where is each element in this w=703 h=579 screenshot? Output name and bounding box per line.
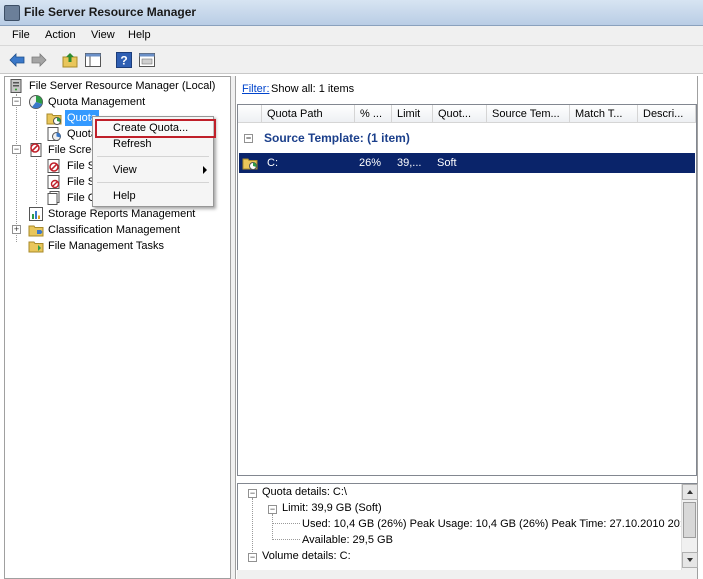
file-group-icon xyxy=(46,190,62,206)
available-detail: Available: 29,5 GB xyxy=(302,534,393,546)
limit-detail: Limit: 39,9 GB (Soft) xyxy=(282,502,382,514)
column-header-limit[interactable]: Limit xyxy=(392,105,433,123)
menu-help[interactable]: Help xyxy=(128,29,151,41)
toolbar: ? xyxy=(0,46,703,74)
tree-item-quota-management[interactable]: − Quota Management xyxy=(12,94,212,110)
properties-icon[interactable] xyxy=(138,51,156,69)
help-icon[interactable]: ? xyxy=(115,51,133,69)
menu-item-view[interactable]: View xyxy=(113,164,137,176)
classification-icon xyxy=(28,222,44,238)
filter-link[interactable]: Filter: xyxy=(242,83,270,95)
quota-list[interactable]: Quota Path % ... Limit Quot... Source Te… xyxy=(237,104,697,476)
column-header-percent[interactable]: % ... xyxy=(355,105,392,123)
svg-text:?: ? xyxy=(120,54,127,68)
server-icon xyxy=(8,78,24,94)
scroll-down-button[interactable] xyxy=(682,552,698,568)
forward-arrow-icon[interactable] xyxy=(30,51,48,69)
column-header-row: Quota Path % ... Limit Quot... Source Te… xyxy=(238,105,696,123)
show-hide-tree-icon[interactable] xyxy=(84,51,102,69)
volume-details-label: Volume details: C: xyxy=(262,550,351,562)
expand-icon[interactable]: + xyxy=(12,225,21,234)
column-header-quota-path[interactable]: Quota Path xyxy=(262,105,355,123)
quota-folder-icon xyxy=(242,155,258,171)
menu-item-create-quota[interactable]: Create Quota... xyxy=(113,122,188,134)
collapse-icon[interactable]: − xyxy=(12,145,21,154)
tree-item-label: Classification Management xyxy=(48,224,181,236)
file-tasks-icon xyxy=(28,238,44,254)
collapse-icon[interactable]: − xyxy=(12,97,21,106)
quota-details-label: Quota details: C:\ xyxy=(262,486,347,498)
tree-line xyxy=(272,539,300,540)
menu-item-refresh[interactable]: Refresh xyxy=(113,138,152,150)
column-header-quota-type[interactable]: Quot... xyxy=(433,105,487,123)
menu-bar: File Action View Help xyxy=(0,26,703,46)
tree-line xyxy=(272,514,273,540)
column-header-source-template[interactable]: Source Tem... xyxy=(487,105,570,123)
menu-item-help[interactable]: Help xyxy=(113,190,136,202)
quota-details-pane[interactable]: − Quota details: C:\ − Limit: 39,9 GB (S… xyxy=(237,483,698,571)
menu-separator xyxy=(97,156,209,157)
scroll-thumb[interactable] xyxy=(683,502,696,538)
quota-template-icon xyxy=(46,126,62,142)
filter-bar: Filter: Show all: 1 items xyxy=(236,80,696,98)
cell-percent: 26% xyxy=(359,157,382,169)
column-header-match-template[interactable]: Match T... xyxy=(570,105,638,123)
tree-line xyxy=(36,159,37,204)
cell-limit: 39,... xyxy=(397,157,422,169)
collapse-icon[interactable]: − xyxy=(244,134,253,143)
tree-line xyxy=(252,498,253,556)
menu-view[interactable]: View xyxy=(91,29,115,41)
submenu-arrow-icon xyxy=(203,166,207,174)
cell-quota-type: Soft xyxy=(437,157,457,169)
table-row[interactable]: C: 26% 39,... Soft xyxy=(239,153,695,173)
cell-quota-path: C: xyxy=(267,157,278,169)
tree-item-label: File Management Tasks xyxy=(48,240,164,252)
window-title: File Server Resource Manager xyxy=(24,5,197,19)
used-detail: Used: 10,4 GB (26%) Peak Usage: 10,4 GB … xyxy=(302,518,696,530)
tree-line xyxy=(272,523,300,524)
storage-reports-icon xyxy=(28,206,44,222)
results-pane: Filter: Show all: 1 items Quota Path % .… xyxy=(235,76,698,579)
horizontal-scrollbar[interactable] xyxy=(237,570,697,579)
file-screen-template-icon xyxy=(46,174,62,190)
scroll-up-button[interactable] xyxy=(682,484,698,500)
back-arrow-icon[interactable] xyxy=(8,51,26,69)
app-icon xyxy=(4,5,20,21)
filter-text: Show all: 1 items xyxy=(271,83,355,95)
menu-action[interactable]: Action xyxy=(45,29,76,41)
tree-item-label: Quota Management xyxy=(48,96,146,108)
column-header-icon[interactable] xyxy=(238,105,262,123)
file-screening-icon xyxy=(28,142,44,158)
menu-separator xyxy=(97,182,209,183)
collapse-icon[interactable]: − xyxy=(248,553,257,562)
menu-file[interactable]: File xyxy=(12,29,30,41)
collapse-icon[interactable]: − xyxy=(268,505,277,514)
group-header-label: Source Template: (1 item) xyxy=(264,131,410,145)
quota-management-icon xyxy=(28,94,44,110)
tree-item-label: Storage Reports Management xyxy=(48,208,196,220)
details-scrollbar[interactable] xyxy=(681,484,698,570)
folder-quota-icon xyxy=(46,110,62,126)
tree-line xyxy=(16,94,17,242)
file-screen-icon xyxy=(46,158,62,174)
up-folder-icon[interactable] xyxy=(61,51,79,69)
context-menu: Create Quota... Refresh View Help xyxy=(92,116,216,207)
tree-root-label: File Server Resource Manager (Local) xyxy=(29,80,216,92)
tree-line xyxy=(36,111,37,140)
collapse-icon[interactable]: − xyxy=(248,489,257,498)
column-header-description[interactable]: Descri... xyxy=(638,105,696,123)
tree-item-label: File Scree xyxy=(48,144,98,156)
title-bar: File Server Resource Manager xyxy=(0,0,703,26)
